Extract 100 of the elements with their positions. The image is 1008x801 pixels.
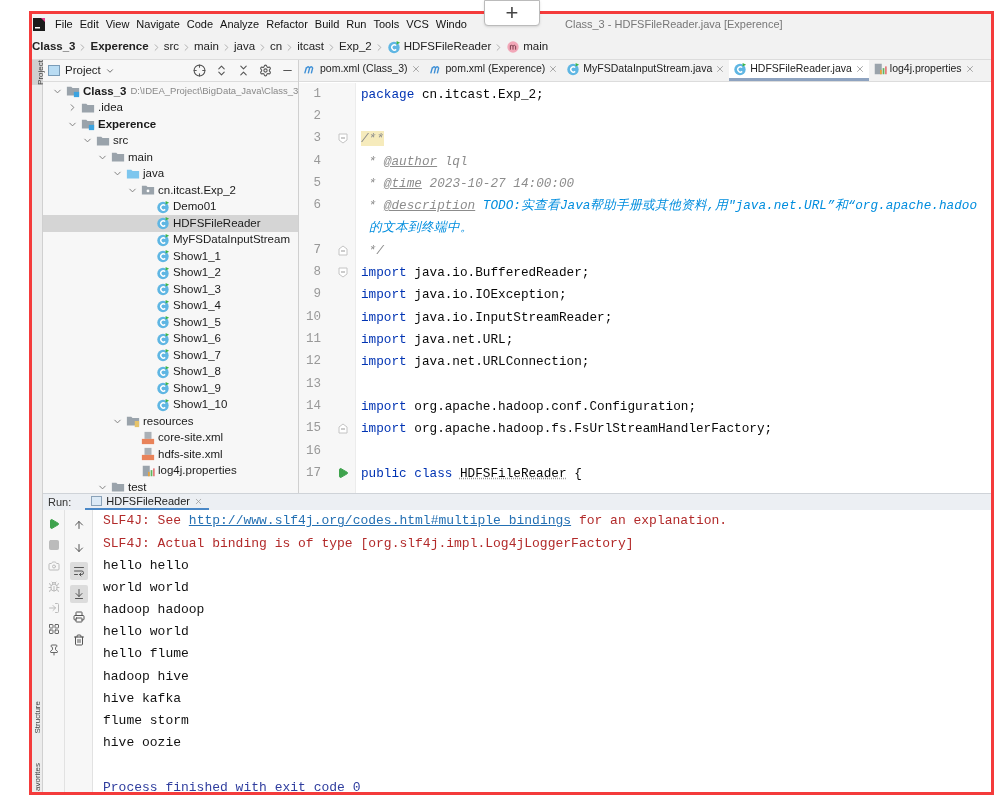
tree-item-label: resources: [143, 413, 194, 429]
tree-item[interactable]: Show1_3: [43, 281, 298, 298]
console-line: SLF4J: See http://www.slf4j.org/codes.html#multiple_bindings for an explanation.: [103, 512, 728, 531]
breadcrumb-item[interactable]: itcast: [297, 38, 325, 56]
breadcrumb-item[interactable]: src: [163, 38, 179, 56]
editor-tab[interactable]: pom.xml (Class_3): [299, 60, 425, 81]
close-icon[interactable]: [548, 64, 559, 74]
tab-label: HDFSFileReader.java: [750, 61, 852, 77]
panel-title[interactable]: Project: [65, 61, 101, 80]
tree-item[interactable]: src: [43, 132, 298, 149]
class-icon: [156, 331, 170, 346]
tree-item[interactable]: Show1_5: [43, 314, 298, 331]
tab-label: MyFSDataInputStream.java: [583, 61, 713, 77]
tree-item[interactable]: Show1_10: [43, 396, 298, 413]
breadcrumb-item[interactable]: Experence: [90, 38, 149, 56]
class-icon: [733, 62, 748, 76]
menu-item[interactable]: Run: [343, 16, 370, 33]
tree-item-label: Experence: [98, 116, 157, 132]
tree-item-label: Demo01: [173, 199, 217, 215]
fold-icon[interactable]: [338, 244, 348, 256]
menu-item[interactable]: Build: [311, 16, 343, 33]
menu-item[interactable]: File: [52, 16, 76, 33]
tree-item-label: Show1_8: [173, 364, 221, 380]
expand-all-icon[interactable]: [215, 64, 228, 77]
tree-item[interactable]: HDFSFileReader: [43, 215, 298, 232]
tree-item[interactable]: .idea: [43, 99, 298, 116]
breadcrumb-item[interactable]: Exp_2: [339, 38, 372, 56]
close-icon[interactable]: [964, 64, 975, 74]
line-number: 7: [312, 241, 321, 259]
collapse-all-icon[interactable]: [237, 64, 250, 77]
menu-item[interactable]: Refactor: [263, 16, 311, 33]
soft-wrap-icon[interactable]: [69, 562, 88, 580]
tree-item-label: cn.itcast.Exp_2: [158, 182, 236, 198]
breadcrumb-item[interactable]: Class_3: [32, 38, 76, 56]
editor-tab[interactable]: pom.xml (Experence): [424, 60, 563, 81]
line-number: 11: [305, 331, 321, 349]
tree-item[interactable]: hdfs-site.xml: [43, 446, 298, 463]
close-icon[interactable]: [194, 496, 203, 506]
tree-item[interactable]: test: [43, 479, 298, 493]
close-icon[interactable]: [854, 64, 865, 74]
tree-item-label: log4j.properties: [158, 463, 237, 479]
tree-item[interactable]: Show1_1: [43, 248, 298, 265]
run-icon[interactable]: [47, 518, 60, 530]
code-line: public class HDFSFileReader {: [361, 464, 582, 483]
tree-item[interactable]: Demo01: [43, 198, 298, 215]
menu-item[interactable]: Edit: [76, 16, 102, 33]
breadcrumb-item[interactable]: java: [233, 38, 256, 56]
editor-tab[interactable]: MyFSDataInputStream.java: [562, 60, 730, 81]
breadcrumb-item[interactable]: main: [523, 38, 549, 56]
side-tab[interactable]: Structure: [32, 700, 42, 733]
menu-item[interactable]: Code: [183, 16, 217, 33]
tree-item[interactable]: MyFSDataInputStream: [43, 231, 298, 248]
close-icon[interactable]: [715, 64, 726, 74]
breadcrumb-item[interactable]: cn: [270, 38, 283, 56]
tree-item[interactable]: java: [43, 165, 298, 182]
tree-item[interactable]: Show1_8: [43, 363, 298, 380]
pin-icon[interactable]: [47, 644, 60, 656]
add-button[interactable]: +: [484, 0, 540, 26]
breadcrumb-item[interactable]: main: [194, 38, 219, 56]
tree-item[interactable]: cn.itcast.Exp_2: [43, 182, 298, 199]
menu-item[interactable]: Navigate: [133, 16, 183, 33]
code-line: */: [367, 241, 384, 260]
close-icon[interactable]: [410, 64, 421, 74]
tree-item[interactable]: log4j.properties: [43, 462, 298, 479]
line-number: 15: [305, 420, 321, 438]
console-line: hive kafka: [103, 689, 181, 708]
tree-item-label: core-site.xml: [158, 430, 224, 446]
line-number: 8: [312, 264, 321, 282]
tree-item-label: test: [128, 479, 147, 493]
menu-item[interactable]: Analyze: [217, 16, 263, 33]
fold-icon[interactable]: [338, 267, 348, 278]
run-icon[interactable]: [337, 467, 349, 480]
side-tab[interactable]: avorites: [32, 763, 42, 791]
breadcrumb-item[interactable]: HDFSFileReader: [403, 38, 492, 56]
tree-item-label: Show1_9: [173, 380, 221, 396]
tree-item[interactable]: Show1_7: [43, 347, 298, 364]
class-icon: [386, 40, 401, 54]
console-link[interactable]: http://www.slf4j.org/codes.html#multiple_bindings: [188, 513, 572, 529]
locate-icon[interactable]: [193, 64, 206, 77]
tree-item[interactable]: Experence: [43, 116, 298, 133]
settings-icon[interactable]: [259, 64, 272, 77]
tree-item[interactable]: resources: [43, 413, 298, 430]
menu-item[interactable]: VCS: [403, 16, 432, 33]
editor-tab[interactable]: log4j.properties: [868, 60, 979, 81]
tree-item-label: src: [113, 133, 129, 149]
menu-item[interactable]: View: [102, 16, 133, 33]
scroll-to-end-icon[interactable]: [69, 585, 88, 603]
fold-icon[interactable]: [338, 133, 348, 145]
tree-item[interactable]: Show1_2: [43, 264, 298, 281]
fold-icon[interactable]: [338, 423, 348, 435]
menu-item[interactable]: Tools: [370, 16, 403, 33]
tree-item[interactable]: Class_3 D:\IDEA_Project\BigData_Java\Class_3: [43, 83, 298, 100]
editor-tab[interactable]: HDFSFileReader.java: [729, 60, 869, 81]
tree-item[interactable]: core-site.xml: [43, 429, 298, 446]
tree-item[interactable]: Show1_6: [43, 330, 298, 347]
tree-item[interactable]: Show1_9: [43, 380, 298, 397]
tree-item[interactable]: main: [43, 149, 298, 166]
menu-item[interactable]: Windo: [432, 16, 470, 33]
tree-item[interactable]: Show1_4: [43, 297, 298, 314]
layout-icon[interactable]: [47, 623, 60, 635]
